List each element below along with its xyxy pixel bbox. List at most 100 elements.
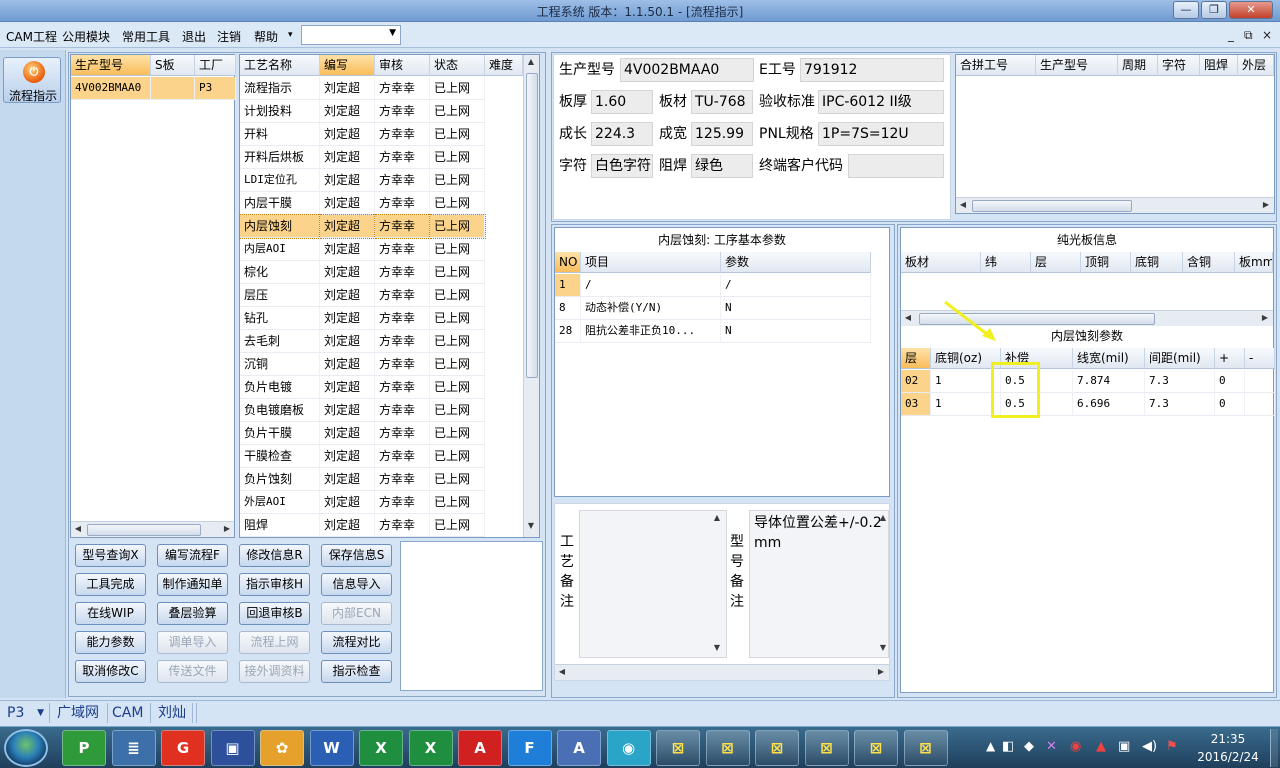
process-status-cell[interactable]: 已上网 xyxy=(430,353,485,376)
clock-date[interactable]: 2016/2/24 xyxy=(1188,750,1268,764)
volume-icon[interactable]: ◀) xyxy=(1142,739,1157,754)
action-button[interactable]: 保存信息S xyxy=(321,544,392,567)
process-status-cell[interactable]: 已上网 xyxy=(430,445,485,468)
process-reviewer-cell[interactable]: 方幸幸 xyxy=(375,261,430,284)
windows-start-icon[interactable] xyxy=(4,729,48,767)
customer-field[interactable] xyxy=(848,154,944,178)
scroll-down-icon[interactable]: ▼ xyxy=(525,521,537,530)
clock-time[interactable]: 21:35 xyxy=(1198,732,1258,746)
scroll-down-icon[interactable]: ▼ xyxy=(711,643,723,652)
param-cell[interactable]: N xyxy=(721,320,871,343)
process-reviewer-cell[interactable]: 方幸幸 xyxy=(375,491,430,514)
etch-param-cell[interactable]: 7.3 xyxy=(1145,370,1215,393)
process-name-cell[interactable]: 钻孔 xyxy=(240,307,320,330)
process-reviewer-cell[interactable]: 方幸幸 xyxy=(375,238,430,261)
process-reviewer-cell[interactable]: 方幸幸 xyxy=(375,514,430,537)
action-button[interactable]: 在线WIP xyxy=(75,602,146,625)
process-reviewer-cell[interactable]: 方幸幸 xyxy=(375,376,430,399)
column-header[interactable]: 周期 xyxy=(1118,55,1158,76)
window4-icon[interactable]: ⊠ xyxy=(804,730,849,766)
process-status-cell[interactable]: 已上网 xyxy=(430,284,485,307)
ejob-field[interactable]: 791912 xyxy=(800,58,944,82)
etch-param-cell[interactable]: 03 xyxy=(901,393,931,416)
length-field[interactable]: 224.3 xyxy=(591,122,653,146)
mdi-restore-button[interactable]: ⧉ xyxy=(1244,28,1253,43)
action-button[interactable]: 能力参数 xyxy=(75,631,146,654)
etch-param-cell[interactable]: 02 xyxy=(901,370,931,393)
action-button[interactable]: 接外调资料 xyxy=(239,660,310,683)
menu-common-modules[interactable]: 公用模块 xyxy=(62,28,110,45)
process-name-cell[interactable]: 外层AOI xyxy=(240,491,320,514)
process-name-cell[interactable]: 开料 xyxy=(240,123,320,146)
tray-icon[interactable]: ◧ xyxy=(1002,739,1014,754)
etch-param-cell[interactable] xyxy=(1245,393,1275,416)
process-status-cell[interactable]: 已上网 xyxy=(430,307,485,330)
param-cell[interactable]: 阻抗公差非正负10... xyxy=(581,320,721,343)
process-author-cell[interactable]: 刘定超 xyxy=(320,399,375,422)
process-reviewer-cell[interactable]: 方幸幸 xyxy=(374,214,431,239)
process-reviewer-cell[interactable]: 方幸幸 xyxy=(375,284,430,307)
process-author-cell[interactable]: 刘定超 xyxy=(320,353,375,376)
column-header[interactable]: 生产型号 xyxy=(71,55,151,76)
process-name-cell[interactable]: 沉铜 xyxy=(240,353,320,376)
process-status-cell[interactable]: 已上网 xyxy=(430,100,485,123)
scroll-thumb[interactable] xyxy=(526,73,538,378)
tray-icon[interactable]: ◉ xyxy=(1070,739,1081,754)
pnl-field[interactable]: 1P=7S=12U xyxy=(818,122,944,146)
process-table-vscroll[interactable]: ▲ ▼ xyxy=(523,55,539,537)
mdi-minimize-button[interactable]: _ xyxy=(1228,28,1234,42)
scroll-left-icon[interactable]: ◀ xyxy=(957,200,969,209)
scroll-right-icon[interactable]: ▶ xyxy=(1260,200,1272,209)
foxmail-icon[interactable]: F xyxy=(507,730,552,766)
status-site[interactable]: P3 ▼ xyxy=(4,703,50,723)
process-status-cell[interactable]: 已上网 xyxy=(430,376,485,399)
process-name-cell[interactable]: 负电镀磨板 xyxy=(240,399,320,422)
action-button[interactable]: 指示检查 xyxy=(321,660,392,683)
process-author-cell[interactable]: 刘定超 xyxy=(320,123,375,146)
process-status-cell[interactable]: 已上网 xyxy=(430,169,485,192)
model-field[interactable]: 4V002BMAA0 xyxy=(620,58,754,82)
param-cell[interactable]: 8 xyxy=(555,297,581,320)
network-icon[interactable]: ▣ xyxy=(1118,739,1130,754)
standard-field[interactable]: IPC-6012 II级 xyxy=(818,90,944,114)
window1-icon[interactable]: ⊠ xyxy=(656,730,700,766)
process-reviewer-cell[interactable]: 方幸幸 xyxy=(375,169,430,192)
scroll-thumb[interactable] xyxy=(87,524,201,536)
wordpad-icon[interactable]: A xyxy=(557,730,601,766)
window3-icon[interactable]: ⊠ xyxy=(755,730,799,766)
process-reviewer-cell[interactable]: 方幸幸 xyxy=(375,77,430,100)
product-model-cell[interactable]: 4V002BMAA0 xyxy=(71,77,151,100)
etch-param-cell[interactable]: 7.874 xyxy=(1073,370,1145,393)
column-header[interactable]: 生产型号 xyxy=(1036,55,1118,76)
process-reviewer-cell[interactable]: 方幸幸 xyxy=(375,192,430,215)
column-header[interactable]: 含铜 xyxy=(1183,252,1235,273)
process-author-cell[interactable]: 刘定超 xyxy=(320,514,375,537)
process-name-cell[interactable]: 内层AOI xyxy=(240,238,320,261)
process-name-cell[interactable]: 去毛刺 xyxy=(240,330,320,353)
tray-expand-icon[interactable]: ▲ xyxy=(986,739,995,753)
process-reviewer-cell[interactable]: 方幸幸 xyxy=(375,100,430,123)
process-name-cell[interactable]: 内层干膜 xyxy=(240,192,320,215)
process-status-cell[interactable]: 已上网 xyxy=(430,146,485,169)
param-cell[interactable]: 动态补偿(Y/N) xyxy=(581,297,721,320)
window5-icon[interactable]: ⊠ xyxy=(854,730,898,766)
action-button[interactable]: 叠层验算 xyxy=(157,602,228,625)
process-status-cell[interactable]: 已上网 xyxy=(429,214,486,239)
process-name-cell[interactable]: 阻焊 xyxy=(240,514,320,537)
menu-combo-box[interactable]: ▼ xyxy=(301,25,401,45)
process-author-cell[interactable]: 刘定超 xyxy=(320,238,375,261)
process-name-cell[interactable]: 层压 xyxy=(240,284,320,307)
notes-hscroll[interactable]: ◀ ▶ xyxy=(555,664,889,680)
param-cell[interactable]: / xyxy=(721,274,871,297)
menu-logout[interactable]: 注销 xyxy=(217,28,241,45)
pdf-icon[interactable]: A xyxy=(458,730,502,766)
process-name-cell[interactable]: 内层蚀刻 xyxy=(239,214,321,239)
column-header[interactable]: 审核 xyxy=(375,55,430,76)
column-header[interactable]: 线宽(mil) xyxy=(1073,348,1145,369)
scroll-right-icon[interactable]: ▶ xyxy=(221,524,233,533)
column-header[interactable]: 层 xyxy=(901,348,931,369)
process-author-cell[interactable]: 刘定超 xyxy=(320,445,375,468)
action-button[interactable]: 调单导入 xyxy=(157,631,228,654)
scroll-right-icon[interactable]: ▶ xyxy=(875,667,887,676)
mdi-close-button[interactable]: × xyxy=(1262,28,1272,42)
